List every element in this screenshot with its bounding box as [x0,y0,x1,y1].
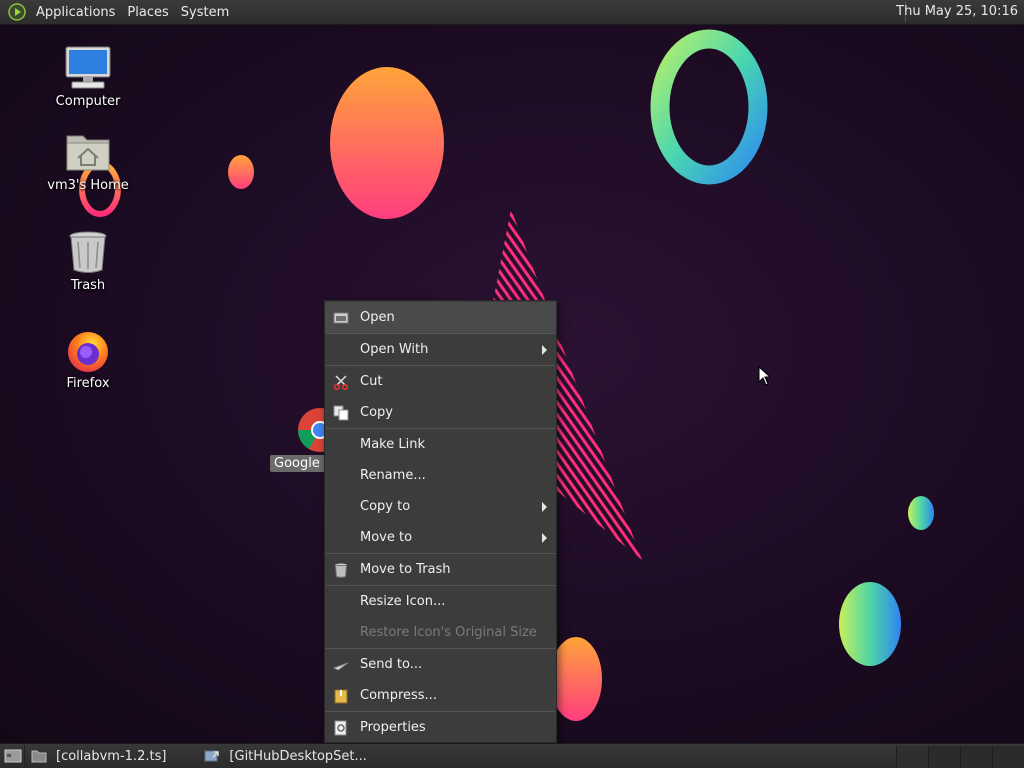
scissors-icon [333,374,349,391]
submenu-arrow-icon [542,345,547,355]
menu-item-label: Properties [360,720,426,735]
menu-item-copy-to[interactable]: Copy to [325,491,556,522]
archive-icon [333,688,349,704]
menu-item-resize-icon[interactable]: Resize Icon... [325,586,556,617]
taskbar-item-collabvm[interactable]: [collabvm-1.2.ts] [25,745,172,768]
desktop-icon-home[interactable]: vm3's Home [38,128,138,193]
menu-item-send-to[interactable]: Send to... [325,649,556,680]
menu-item-open-with[interactable]: Open With [325,334,556,365]
menu-item-label: Send to... [360,657,423,672]
menu-item-move-to[interactable]: Move to [325,522,556,553]
submenu-arrow-icon [542,533,547,543]
applications-menu[interactable]: Applications [32,5,123,20]
workspace-1[interactable] [896,746,928,767]
menu-item-label: Move to Trash [360,562,451,577]
taskbar-item-github-desktop[interactable]: [GitHubDesktopSet... [198,745,372,768]
copy-icon [333,405,349,421]
menu-item-label: Move to [360,530,413,545]
menu-item-label: Restore Icon's Original Size [360,625,537,640]
top-panel: Applications Places System Thu May 25, 1… [0,0,1024,25]
workspace-switcher [896,746,1024,767]
taskbar-item-label: [GitHubDesktopSet... [229,748,367,764]
system-menu[interactable]: System [177,5,237,20]
menu-item-label: Compress... [360,688,437,703]
desktop-icon-trash[interactable]: Trash [38,228,138,293]
menu-item-copy[interactable]: Copy [325,397,556,428]
clock[interactable]: Thu May 25, 10:16 [896,4,1018,19]
show-desktop-button[interactable] [2,745,25,767]
menu-item-label: Open With [360,342,429,357]
menu-item-cut[interactable]: Cut [325,366,556,397]
desktop-icon-computer[interactable]: Computer [38,44,138,109]
desktop-icon-label: Computer [55,94,121,109]
menu-item-properties[interactable]: Properties [325,712,556,743]
menu-item-label: Open [360,310,395,325]
menu-item-make-link[interactable]: Make Link [325,429,556,460]
installer-icon [204,748,220,764]
home-folder-icon [64,128,112,176]
send-icon [332,657,349,673]
show-desktop-icon [4,749,22,763]
properties-icon [333,720,349,736]
menu-logo-icon[interactable] [8,3,26,21]
menu-item-label: Cut [360,374,383,389]
workspace-4[interactable] [992,746,1024,767]
trash-icon [333,562,349,578]
workspace-2[interactable] [928,746,960,767]
menu-item-label: Rename... [360,468,426,483]
chrome-icon [298,408,342,452]
computer-icon [64,44,112,92]
open-icon [333,310,349,326]
desktop-icon-label: vm3's Home [47,178,129,193]
menu-item-label: Resize Icon... [360,594,446,609]
trash-icon [64,228,112,276]
submenu-arrow-icon [542,502,547,512]
places-menu[interactable]: Places [123,5,176,20]
firefox-icon [64,326,112,374]
mouse-cursor-icon [758,366,772,386]
menu-item-rename[interactable]: Rename... [325,460,556,491]
menu-item-label: Copy [360,405,393,420]
desktop-icon-firefox[interactable]: Firefox [38,326,138,391]
menu-item-move-to-trash[interactable]: Move to Trash [325,554,556,585]
bottom-panel: [collabvm-1.2.ts] [GitHubDesktopSet... [0,743,1024,768]
menu-item-restore-icon-size: Restore Icon's Original Size [325,617,556,648]
desktop-icon-label: Trash [70,278,106,293]
workspace-3[interactable] [960,746,992,767]
context-menu: Open Open With Cut Copy Make Link Rename… [324,300,557,743]
taskbar-item-label: [collabvm-1.2.ts] [56,748,167,764]
menu-item-label: Copy to [360,499,411,514]
menu-item-compress[interactable]: Compress... [325,680,556,711]
menu-item-open[interactable]: Open [325,302,556,333]
desktop-icon-label: Firefox [66,376,110,391]
menu-item-label: Make Link [360,437,425,452]
folder-icon [31,748,47,764]
